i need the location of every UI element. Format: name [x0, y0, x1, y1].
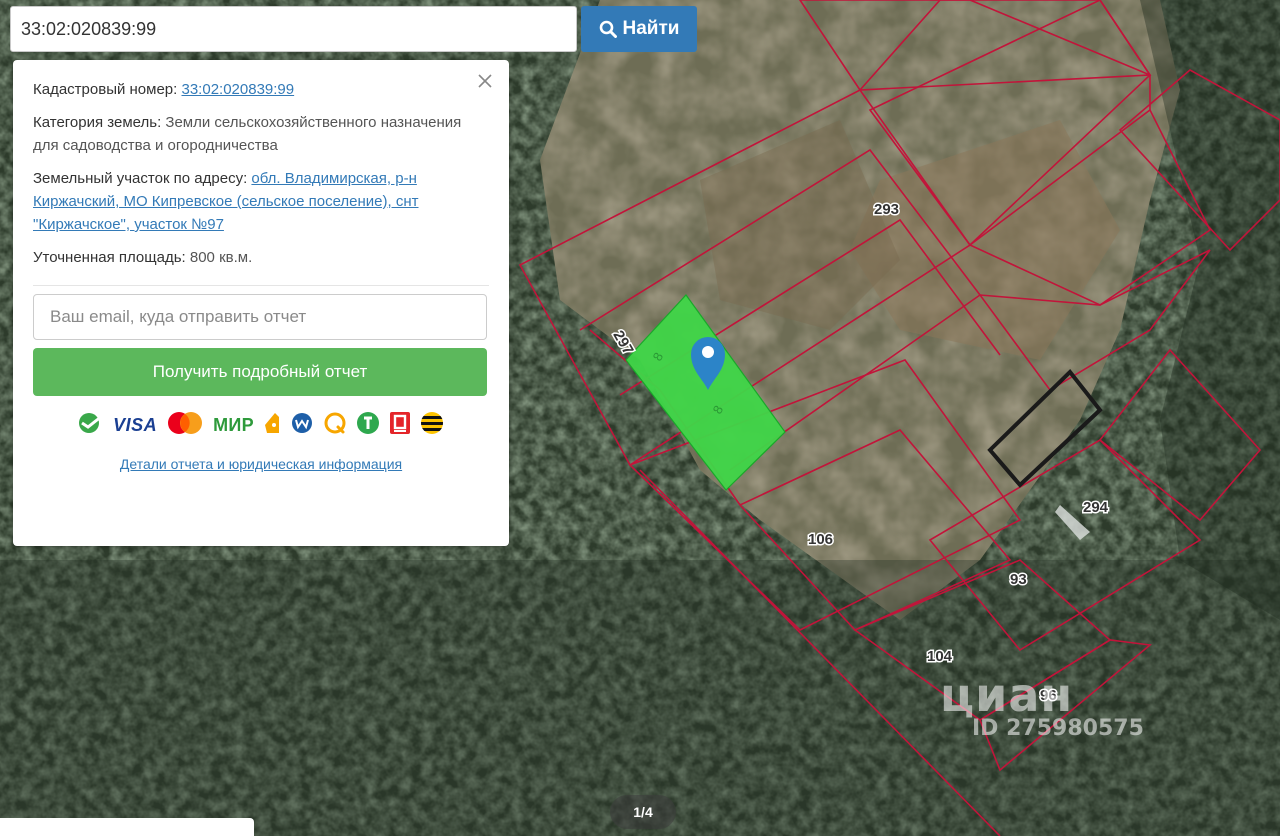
cadastral-number-label: Кадастровый номер: — [33, 81, 178, 98]
land-category-row: Категория земель: Земли сельскохозяйстве… — [33, 111, 489, 157]
tinkoff-icon — [356, 411, 380, 440]
search-button-label: Найти — [622, 18, 680, 39]
get-report-button[interactable]: Получить подробный отчет — [33, 348, 487, 396]
yandex-money-icon — [263, 411, 281, 440]
email-field[interactable] — [33, 294, 487, 340]
parcel-label-104: 104 — [927, 648, 953, 665]
sberbank-icon — [78, 412, 104, 439]
area-label: Уточненная площадь: — [33, 249, 186, 266]
qiwi-icon — [323, 411, 347, 440]
beeline-icon — [420, 411, 444, 440]
alfa-bank-icon — [389, 411, 411, 440]
webmoney-icon — [290, 411, 314, 440]
land-use-value: для садоводства и огородничества — [33, 137, 278, 154]
address-row: Земельный участок по адресу: обл. Владим… — [33, 167, 489, 236]
cadastral-number-row: Кадастровый номер: 33:02:020839:99 — [33, 78, 489, 101]
search-button[interactable]: Найти — [581, 6, 697, 52]
visa-label: VISA — [113, 414, 158, 435]
watermark-brand: циан — [940, 668, 1074, 722]
cian-watermark: циан ID 275980575 — [940, 668, 1144, 741]
parcel-label-294: 294 — [1083, 499, 1109, 516]
mir-label: МИР — [213, 414, 254, 435]
close-icon[interactable] — [475, 71, 495, 91]
bottom-left-overlay — [0, 818, 254, 836]
panel-divider — [33, 285, 489, 286]
address-label: Земельный участок по адресу: — [33, 170, 248, 187]
photo-pager[interactable]: 1/4 — [610, 795, 676, 829]
cadastral-number-link[interactable]: 33:02:020839:99 — [182, 81, 295, 98]
report-details-link[interactable]: Детали отчета и юридическая информация — [33, 456, 489, 472]
area-row: Уточненная площадь: 800 кв.м. — [33, 246, 489, 269]
parcel-label-106: 106 — [808, 531, 833, 548]
parcel-info-panel: Кадастровый номер: 33:02:020839:99 Катег… — [13, 60, 509, 546]
cadastral-search-input[interactable] — [10, 6, 577, 52]
mastercard-icon — [166, 411, 204, 440]
land-category-value: Земли сельскохозяйственного назначения — [165, 114, 462, 131]
land-category-label: Категория земель: — [33, 114, 162, 131]
area-value: 800 кв.м. — [189, 249, 253, 266]
parcel-label-293: 293 — [874, 201, 899, 218]
search-icon — [599, 20, 617, 38]
payment-methods: VISA МИР — [33, 410, 489, 440]
parcel-label-93: 93 — [1010, 571, 1027, 588]
